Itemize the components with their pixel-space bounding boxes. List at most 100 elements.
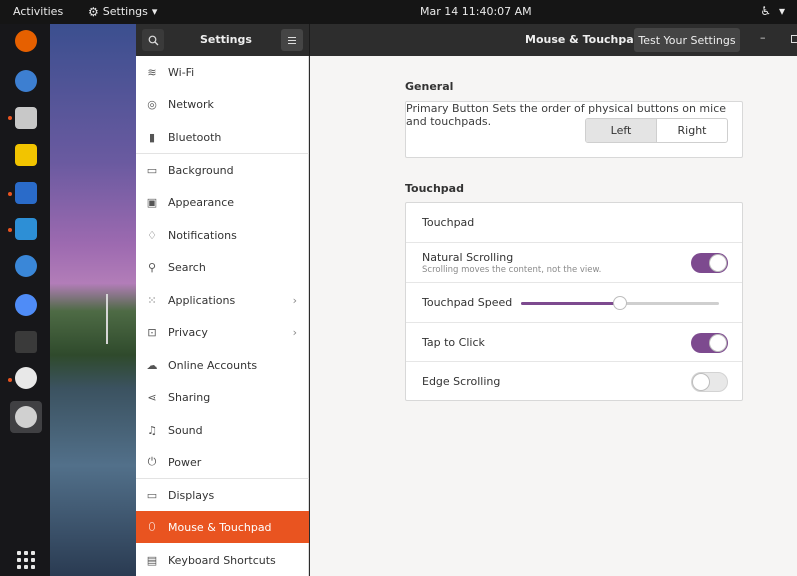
running-indicator xyxy=(8,228,12,232)
tap-to-click-switch[interactable] xyxy=(691,333,728,353)
help-icon[interactable] xyxy=(15,255,37,277)
natural-scrolling-switch[interactable] xyxy=(691,253,728,273)
sidebar-item-label: Wi-Fi xyxy=(168,65,195,79)
settings-sidebar: ≋ Wi-Fi ◎ Network ▮ Bluetooth ▭ Background ▣ Appe… xyxy=(136,56,309,576)
files-icon[interactable] xyxy=(15,107,37,129)
app-menu-label: Settings xyxy=(102,5,148,18)
chevron-right-icon: › xyxy=(292,293,297,307)
sidebar-item[interactable]: ⊡ Privacy › xyxy=(136,316,309,348)
touchpad-row: Touchpad xyxy=(406,203,742,243)
slider-fill xyxy=(521,302,620,305)
sidebar-item-label: Search xyxy=(168,260,206,274)
running-indicator xyxy=(8,116,12,120)
sidebar-item-label: Appearance xyxy=(168,195,235,209)
sidebar-item-label: Network xyxy=(168,97,214,111)
sidebar-item[interactable]: ⬯ Mouse & Touchpad xyxy=(136,511,309,543)
running-indicator xyxy=(8,192,12,196)
sidebar-item[interactable]: ▤ Keyboard Shortcuts xyxy=(136,544,309,576)
maximize-button[interactable] xyxy=(791,35,797,43)
primary-button-right[interactable]: Right xyxy=(657,119,727,142)
sidebar-item[interactable]: ⚲ Search xyxy=(136,251,309,283)
sidebar-item-label: Keyboard Shortcuts xyxy=(168,553,276,567)
display-icon: ▭ xyxy=(146,488,158,502)
messaging-icon[interactable] xyxy=(15,367,37,389)
sidebar-item[interactable]: ▣ Appearance xyxy=(136,186,309,218)
thunderbird-icon[interactable] xyxy=(15,70,37,92)
sidebar-item-label: Privacy xyxy=(168,325,208,339)
tap-to-click-row[interactable]: Tap to Click xyxy=(406,322,742,362)
running-indicator xyxy=(8,378,12,382)
touchpad-speed-label: Touchpad Speed xyxy=(422,296,513,309)
music-icon: ♫ xyxy=(147,423,157,437)
search-icon xyxy=(148,35,158,45)
edge-scrolling-row[interactable]: Edge Scrolling xyxy=(406,361,742,401)
rhythmbox-icon[interactable] xyxy=(15,144,37,166)
sidebar-item-label: Sharing xyxy=(168,390,211,404)
edge-scrolling-switch[interactable] xyxy=(691,372,728,392)
sidebar-item-label: Sound xyxy=(168,423,203,437)
share-icon: ⋖ xyxy=(147,390,157,404)
sidebar-item-label: Bluetooth xyxy=(168,130,222,144)
sidebar-divider xyxy=(136,478,309,479)
general-section-title: General xyxy=(405,80,454,93)
sidebar-item[interactable]: ⏻ Power xyxy=(136,446,309,478)
sidebar-item-label: Background xyxy=(168,163,234,177)
general-panel: Primary Button Sets the order of physica… xyxy=(405,101,743,158)
search-icon: ⚲ xyxy=(147,260,157,274)
tap-to-click-label: Tap to Click xyxy=(422,336,485,349)
natural-scrolling-label: Natural Scrolling xyxy=(422,251,514,264)
firefox-icon[interactable] xyxy=(15,30,37,52)
software-icon[interactable] xyxy=(15,218,37,240)
chromium-icon[interactable] xyxy=(15,294,37,316)
sidebar-item-label: Power xyxy=(168,455,202,469)
appearance-icon: ▣ xyxy=(146,195,158,209)
background-icon: ▭ xyxy=(146,163,158,177)
system-tray[interactable]: ♿ ▾ xyxy=(760,4,785,18)
show-applications-icon[interactable] xyxy=(17,551,35,569)
sidebar-divider xyxy=(136,153,309,154)
writer-icon[interactable] xyxy=(15,182,37,204)
cloud-icon: ☁ xyxy=(146,358,158,372)
slider-handle[interactable] xyxy=(613,296,627,310)
sidebar-item[interactable]: ▭ Background xyxy=(136,154,309,186)
sidebar-item-label: Notifications xyxy=(168,228,237,242)
sidebar-item[interactable]: ♢ Notifications xyxy=(136,219,309,251)
top-bar: Activities ⚙ Settings ▾ Mar 14 11:40:07 … xyxy=(0,0,797,24)
app-menu[interactable]: ⚙ Settings ▾ xyxy=(88,5,157,18)
hamburger-menu-button[interactable] xyxy=(281,29,303,51)
terminal-icon[interactable] xyxy=(15,331,37,353)
accessibility-icon[interactable]: ♿ xyxy=(760,4,771,18)
sidebar-item[interactable]: ☁ Online Accounts xyxy=(136,349,309,381)
desktop-wallpaper xyxy=(50,24,136,576)
touchpad-section-title: Touchpad xyxy=(405,182,464,195)
sidebar-item[interactable]: ≋ Wi-Fi xyxy=(136,56,309,88)
sidebar-item[interactable]: ♫ Sound xyxy=(136,414,309,446)
settings-app-icon[interactable] xyxy=(15,406,37,428)
keyboard-icon: ▤ xyxy=(146,553,158,567)
touchpad-label: Touchpad xyxy=(422,216,475,229)
sidebar-item[interactable]: ▮ Bluetooth xyxy=(136,121,309,153)
natural-scrolling-row[interactable]: Natural Scrolling Scrolling moves the co… xyxy=(406,242,742,282)
sidebar-item[interactable]: ▭ Displays xyxy=(136,479,309,511)
edge-scrolling-label: Edge Scrolling xyxy=(422,375,501,388)
primary-button-label: Primary Button xyxy=(406,102,489,115)
sidebar-item-label: Applications xyxy=(168,293,236,307)
system-menu-caret-icon[interactable]: ▾ xyxy=(779,4,785,18)
bell-icon: ♢ xyxy=(147,228,157,242)
activities-button[interactable]: Activities xyxy=(13,5,63,18)
primary-button-left[interactable]: Left xyxy=(586,119,657,142)
lock-icon: ⊡ xyxy=(147,325,157,339)
natural-scrolling-description: Scrolling moves the content, not the vie… xyxy=(422,265,602,275)
sidebar-item[interactable]: ⁙ Applications › xyxy=(136,284,309,316)
clock[interactable]: Mar 14 11:40:07 AM xyxy=(420,5,532,18)
sidebar-title: Settings xyxy=(200,33,252,46)
search-button[interactable] xyxy=(142,29,164,51)
network-icon: ◎ xyxy=(147,97,157,111)
sidebar-item[interactable]: ⋖ Sharing xyxy=(136,381,309,413)
test-your-settings-button[interactable]: Test Your Settings xyxy=(634,28,740,52)
wifi-icon: ≋ xyxy=(147,65,157,79)
minimize-button[interactable]: – xyxy=(760,31,766,44)
touchpad-speed-row: Touchpad Speed xyxy=(406,282,742,322)
sidebar-item[interactable]: ◎ Network xyxy=(136,88,309,120)
touchpad-speed-slider[interactable] xyxy=(521,296,719,310)
